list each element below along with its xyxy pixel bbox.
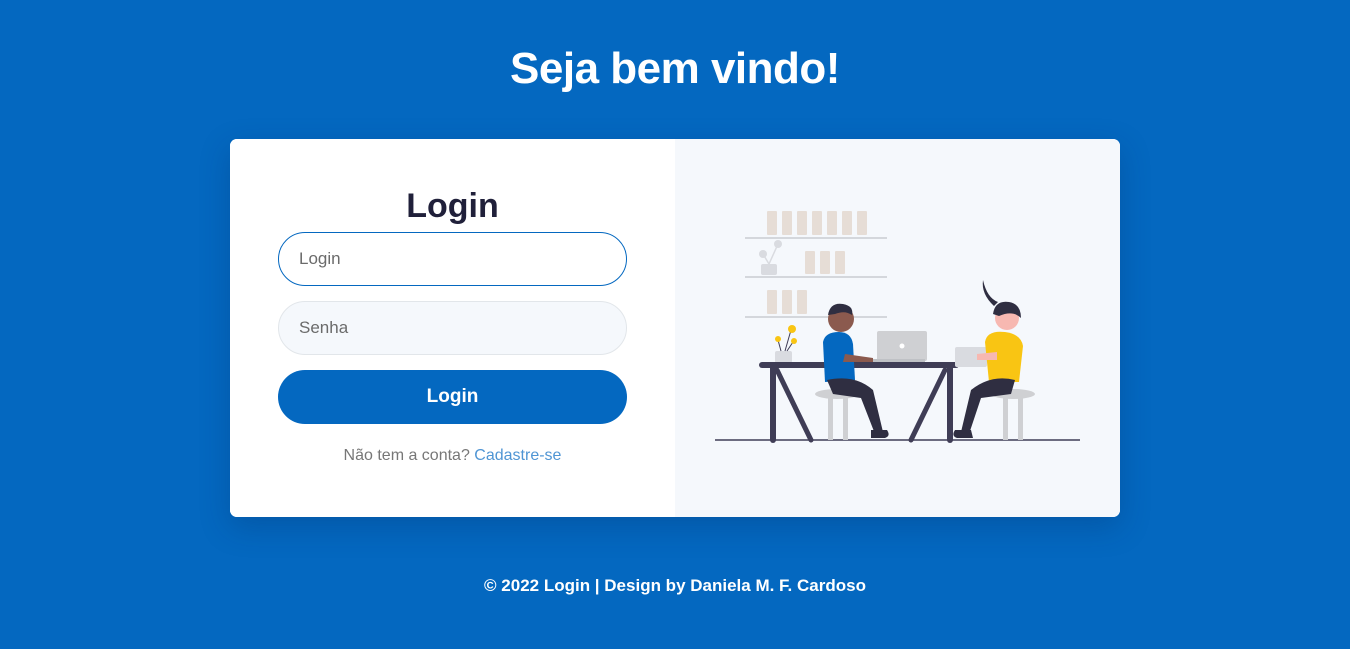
plant-icon	[775, 325, 797, 363]
password-input[interactable]	[278, 301, 627, 355]
signup-prompt-line: Não tem a conta? Cadastre-se	[230, 447, 675, 465]
laptop-icon	[865, 331, 927, 362]
form-title: Login	[406, 187, 499, 225]
desk-icon	[759, 362, 959, 443]
illustration-panel	[675, 139, 1120, 517]
signup-prompt-text: Não tem a conta?	[343, 447, 470, 464]
login-button[interactable]: Login	[278, 370, 627, 424]
person-right-icon	[953, 280, 1023, 438]
login-input[interactable]	[278, 232, 627, 286]
chair-icon	[991, 389, 1035, 440]
page-title: Seja bem vindo!	[510, 44, 840, 93]
login-card: Login Login Não tem a conta? Cadastre-se	[230, 139, 1120, 517]
signup-link[interactable]: Cadastre-se	[474, 447, 561, 464]
people-working-at-desk-illustration	[715, 211, 1080, 443]
footer-copyright: © 2022 Login | Design by Daniela M. F. C…	[484, 576, 866, 595]
login-form-panel: Login Login Não tem a conta? Cadastre-se	[230, 139, 675, 517]
shelves-icon	[745, 211, 887, 318]
